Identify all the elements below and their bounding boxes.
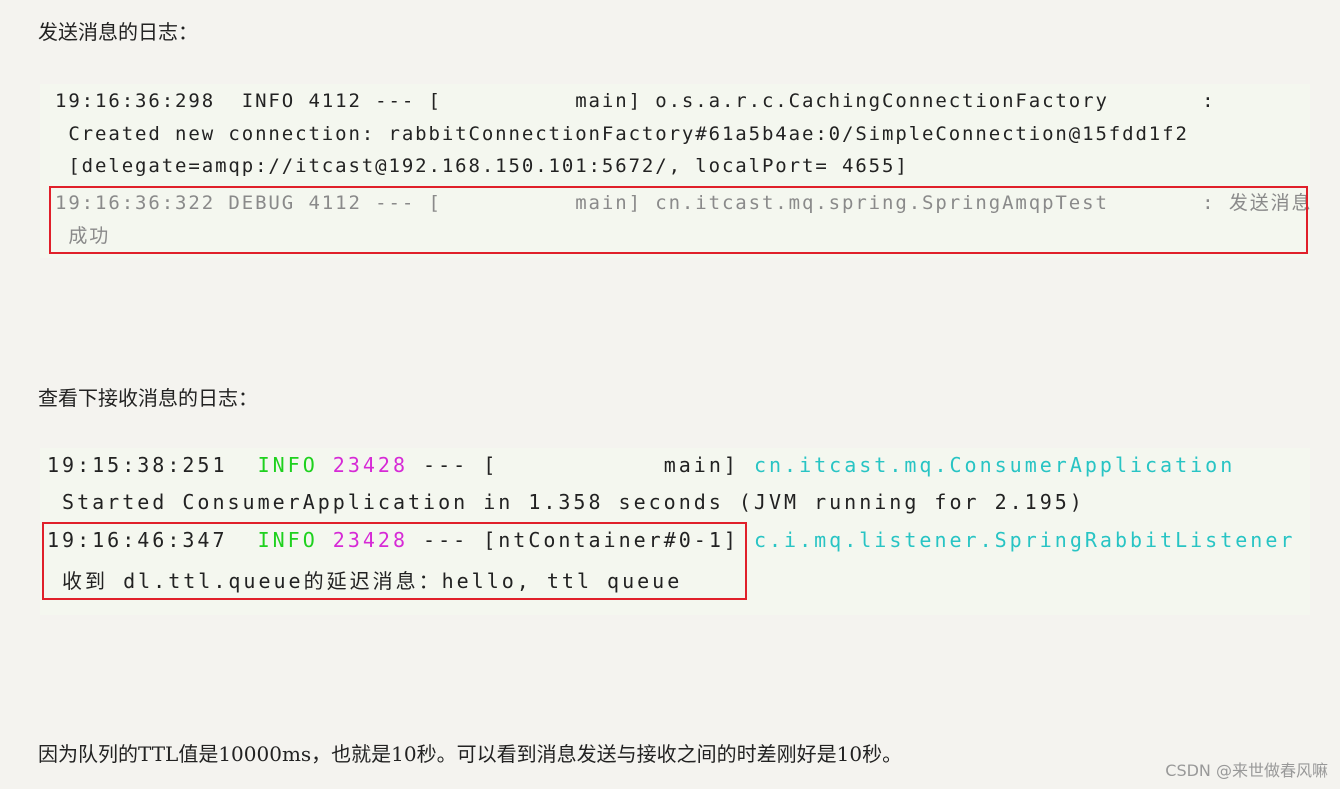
conclusion-text: 因为队列的TTL值是10000ms，也就是10秒。可以看到消息发送与接收之间的时…: [38, 742, 903, 766]
highlight-box: [49, 186, 1308, 254]
log-logger: cn.itcast.mq.ConsumerApplication: [753, 453, 1236, 477]
log-level: INFO: [257, 453, 318, 477]
log-pid: 23428: [317, 453, 408, 477]
log-logger: c.i.mq.listener.SpringRabbitListener: [753, 528, 1296, 552]
log-line: Started ConsumerApplication in 1.358 sec…: [47, 490, 1085, 514]
log-thread: --- [ main]: [408, 453, 754, 477]
log-line: 19:16:36:298 INFO 4112 --- [ main] o.s.a…: [55, 90, 1216, 112]
send-log-block: 19:16:36:298 INFO 4112 --- [ main] o.s.a…: [40, 84, 1311, 258]
intro-receive-text: 查看下接收消息的日志：: [38, 386, 258, 410]
highlight-box: [42, 522, 747, 600]
intro-send-text: 发送消息的日志：: [38, 20, 198, 44]
receive-log-block: 19:15:38:251 INFO 23428 --- [ main] cn.i…: [40, 448, 1310, 615]
log-line: 19:15:38:251 INFO 23428 --- [ main] cn.i…: [47, 453, 1235, 477]
log-line: Created new connection: rabbitConnection…: [55, 123, 1189, 145]
log-time: 19:15:38:251: [47, 453, 258, 477]
watermark: CSDN @来世做春风嘛: [1165, 761, 1328, 780]
log-line: [delegate=amqp://itcast@192.168.150.101:…: [55, 155, 909, 177]
